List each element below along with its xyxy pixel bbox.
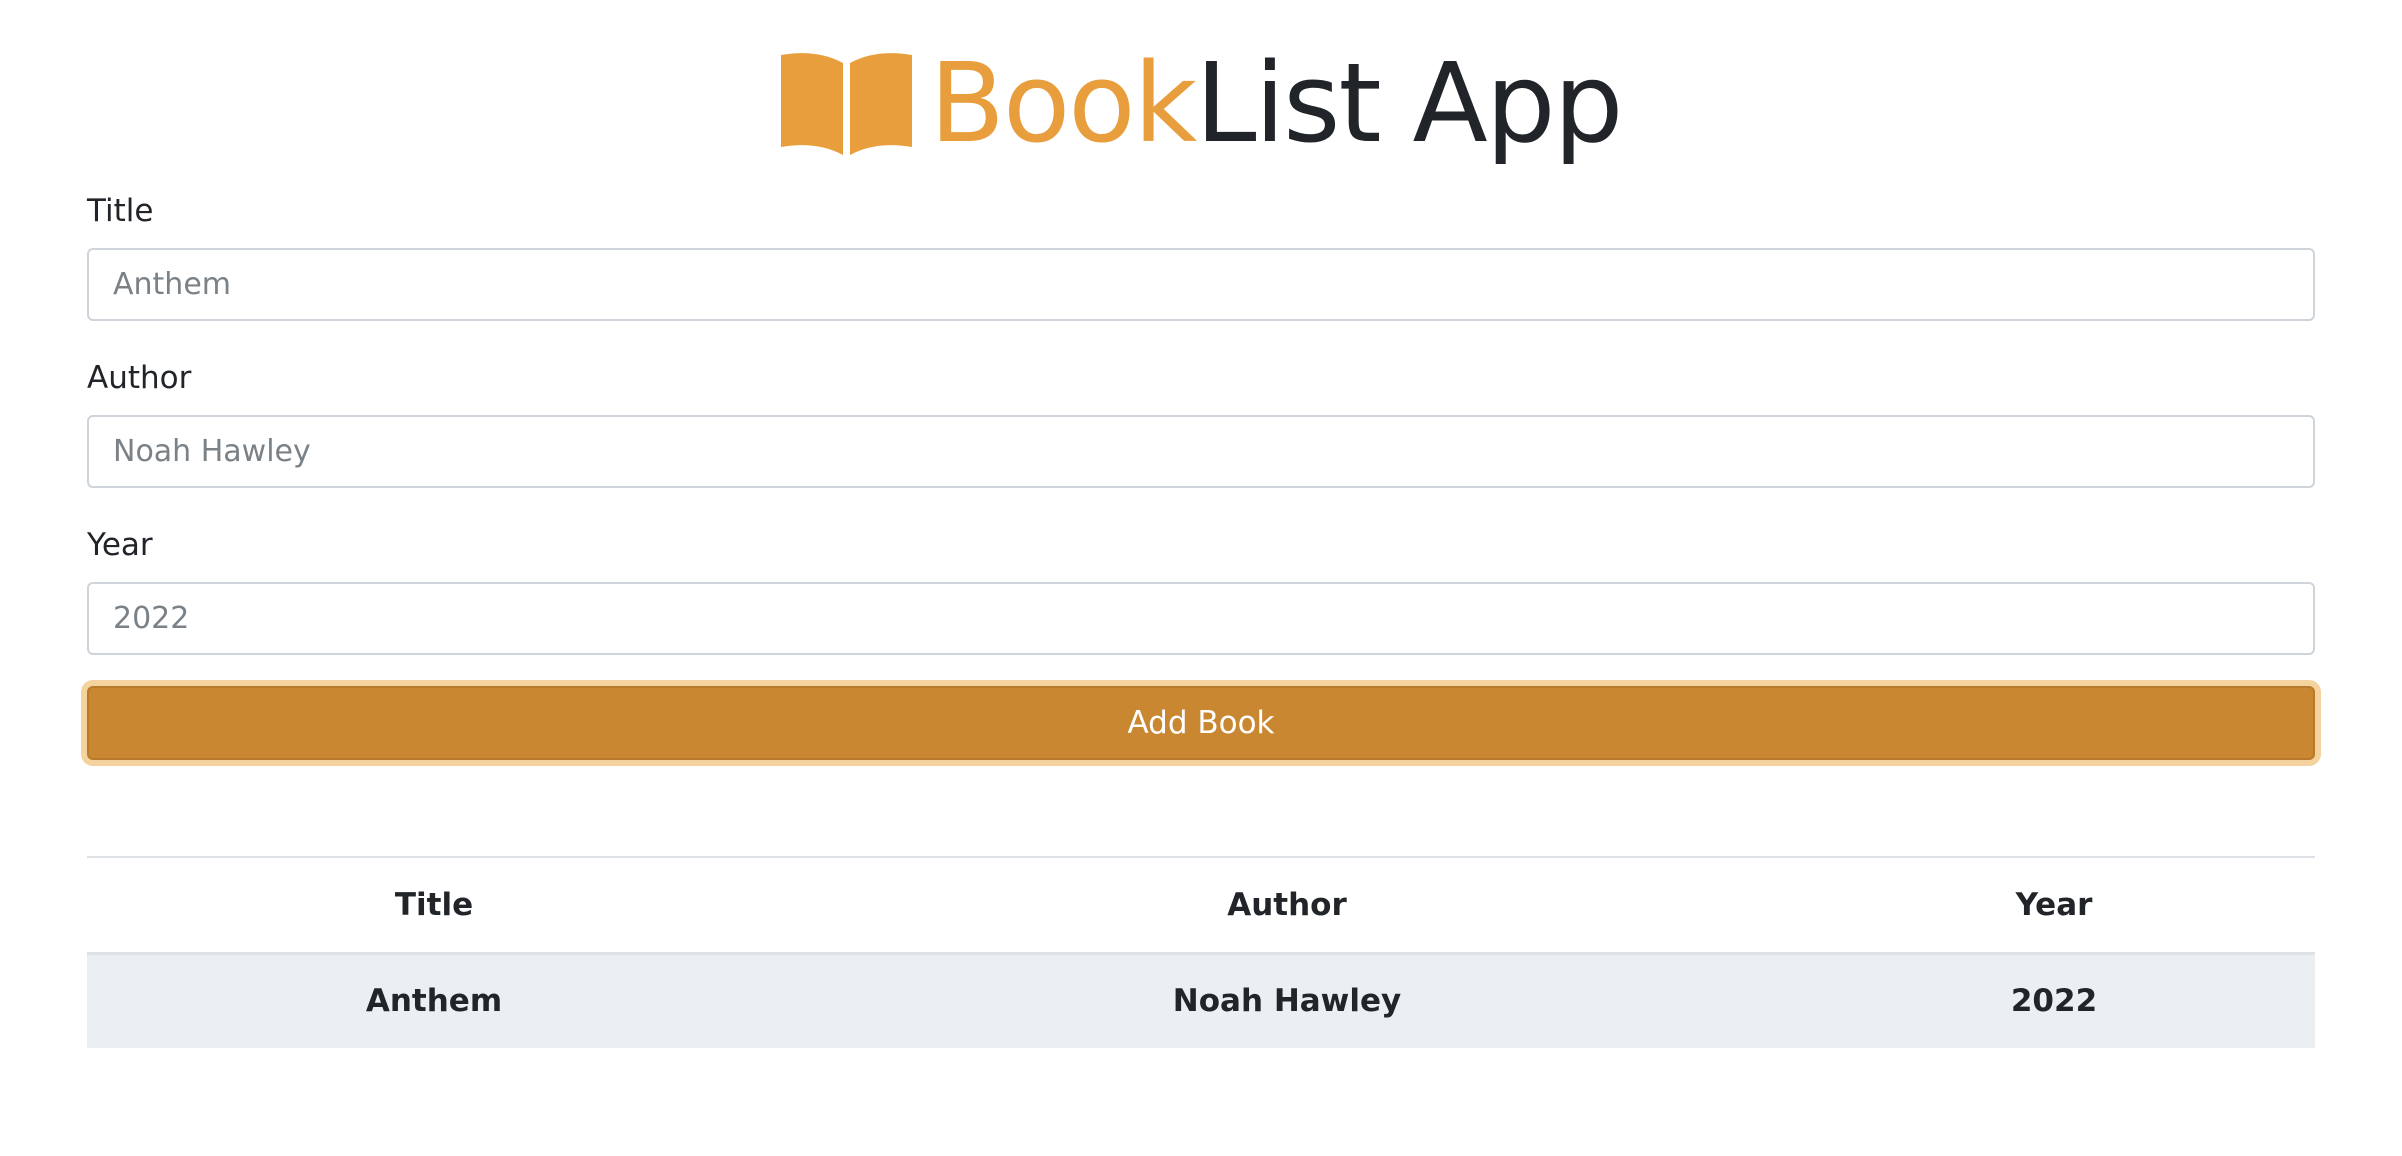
year-label: Year: [87, 527, 153, 563]
author-label: Author: [87, 360, 192, 396]
app-title: BookList App: [930, 48, 1624, 158]
add-book-button[interactable]: Add Book: [87, 686, 2315, 760]
column-header-author: Author: [1227, 886, 1347, 923]
table-header: Title Author Year: [87, 857, 2315, 953]
table-body: Anthem Noah Hawley 2022: [87, 953, 2315, 1048]
title-input[interactable]: [87, 248, 2315, 321]
year-input[interactable]: [87, 582, 2315, 655]
cell-author: Noah Hawley: [1172, 983, 1402, 1020]
brand: BookList App: [780, 48, 1624, 158]
open-book-icon: [780, 53, 912, 155]
column-header-title: Title: [394, 886, 474, 923]
column-header-year: Year: [2015, 886, 2093, 923]
table-row: Anthem Noah Hawley 2022: [87, 953, 2315, 1048]
cell-year: 2022: [2010, 983, 2098, 1020]
title-label: Title: [87, 193, 154, 229]
cell-title: Anthem: [365, 983, 503, 1020]
app-header: BookList App: [87, 38, 2315, 168]
book-table: Title Author Year Anthem Noah Hawley 202…: [87, 856, 2315, 1048]
app-title-rest: List App: [1195, 39, 1623, 167]
table-header-row: Title Author Year: [87, 857, 2315, 953]
author-input[interactable]: [87, 415, 2315, 488]
app-title-accent: Book: [929, 39, 1198, 167]
